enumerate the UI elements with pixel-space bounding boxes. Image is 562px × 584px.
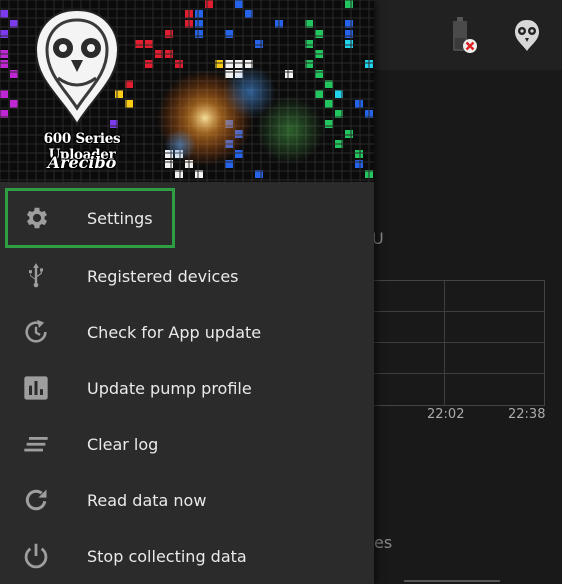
update-clock-icon <box>25 319 47 343</box>
menu-item-label: Check for App update <box>87 322 262 342</box>
menu-item-settings[interactable]: Settings <box>5 188 175 248</box>
menu-item-read-data-now[interactable]: Read data now <box>0 472 374 528</box>
menu-item-label: Settings <box>87 208 153 228</box>
drawer-header: 600 Series Uploader Arecibo <box>0 0 374 182</box>
app-subtitle: Arecibo <box>47 153 117 172</box>
menu-item-label: Clear log <box>87 434 159 454</box>
menu-item-label: Read data now <box>87 490 207 510</box>
menu-item-label: Registered devices <box>87 266 239 286</box>
navigation-drawer: 600 Series Uploader Arecibo Settings Reg… <box>0 0 374 584</box>
gear-icon <box>26 207 48 229</box>
glucose-chart <box>374 280 545 406</box>
menu-item-clear-log[interactable]: Clear log <box>0 416 374 472</box>
x-tick-label: 22:02 <box>427 407 465 422</box>
power-icon <box>24 543 48 569</box>
menu-item-update-pump-profile[interactable]: Update pump profile <box>0 360 374 416</box>
menu-item-registered-devices[interactable]: Registered devices <box>0 248 374 304</box>
x-tick-label: 22:38 <box>508 407 546 422</box>
drawer-menu: Settings Registered devices Check for Ap… <box>0 188 374 584</box>
menu-item-check-app-update[interactable]: Check for App update <box>0 304 374 360</box>
clear-lines-icon <box>24 437 48 452</box>
menu-item-label: Stop collecting data <box>87 546 247 566</box>
usb-icon <box>29 263 43 288</box>
divider <box>404 580 500 582</box>
bar-chart-icon <box>24 376 48 400</box>
owl-icon[interactable] <box>513 18 541 52</box>
battery-disconnected-icon[interactable] <box>448 16 478 56</box>
text-fragment: es <box>374 533 393 552</box>
menu-item-label: Update pump profile <box>87 378 252 398</box>
refresh-icon <box>25 489 47 511</box>
menu-item-stop-collecting-data[interactable]: Stop collecting data <box>0 528 374 584</box>
